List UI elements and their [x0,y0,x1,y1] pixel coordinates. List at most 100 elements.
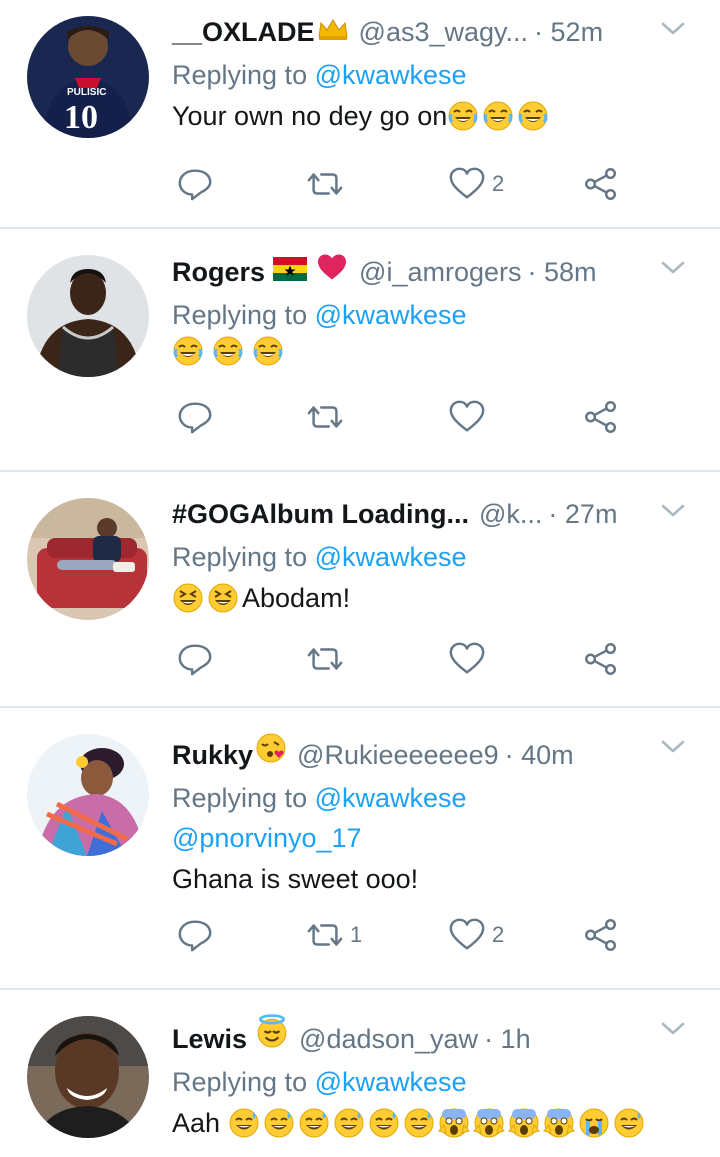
chevron-down-icon[interactable] [660,20,686,38]
tweet-actions: 1 2 [172,915,720,955]
grinning-sweat-icon [333,1107,365,1139]
retweet-button[interactable] [306,639,344,679]
timestamp[interactable]: · 58m [528,254,597,290]
user-handle[interactable]: @Rukieeeeeee9 [297,737,499,773]
grinning-sweat-icon [613,1107,645,1139]
avatar-jersey-number: 10 [64,99,98,136]
replying-to: Replying to @kwawkese [172,295,700,335]
reply-button[interactable] [176,639,214,679]
squinting-face-icon [207,582,239,614]
display-name[interactable]: Lewis [172,1021,247,1057]
replying-to: Replying to @kwawkese [172,778,700,818]
avatar[interactable] [27,1016,149,1138]
tweet-item[interactable]: #GOGAlbum Loading... @k... · 27m Replyin… [0,472,720,708]
chevron-down-icon[interactable] [660,259,686,277]
replying-to-label: Replying to [172,60,308,90]
tweet-text: Ghana is sweet ooo! [172,858,700,900]
red-heart-icon [318,254,347,280]
face-with-tears-of-joy-icon [212,335,244,367]
avatar[interactable] [27,255,149,377]
replying-to: Replying to @kwawkese [172,1062,700,1102]
retweet-button[interactable]: 1 [306,915,362,955]
like-button[interactable]: 2 [448,164,504,204]
replying-to-label: Replying to [172,300,308,330]
smiling-face-with-halo-icon [257,1014,287,1048]
retweet-icon [306,640,344,678]
grinning-sweat-icon [298,1107,330,1139]
tweet-text-content: Ghana is sweet ooo! [172,864,419,894]
reply-icon [176,640,214,678]
reply-mention-link[interactable]: @kwawkese [315,1067,467,1097]
grinning-sweat-icon [368,1107,400,1139]
tweet-item[interactable]: Rukky @Rukieeeeeee9 · 40m Replying to @k… [0,708,720,990]
tweet-text: Aah [172,1102,700,1144]
retweet-icon [306,916,344,954]
face-with-tears-of-joy-icon [172,335,204,367]
share-button[interactable] [582,915,620,955]
tweet-text-content: Abodam! [242,583,351,613]
share-button[interactable] [582,397,620,437]
display-name[interactable]: __OXLADE [172,14,315,50]
retweet-button[interactable] [306,164,350,204]
display-name[interactable]: Rogers [172,254,265,290]
tweet-actions: 2 [172,164,720,204]
user-handle[interactable]: @dadson_yaw [299,1021,478,1057]
reply-button[interactable] [176,397,214,437]
display-name[interactable]: Rukky [172,737,253,773]
face-with-tears-of-joy-icon [517,100,549,132]
tweet-actions [172,639,720,679]
tweet-item[interactable]: Lewis @dadson_yaw · 1h Replying to @kwaw… [0,990,720,1157]
like-count: 2 [492,922,505,947]
share-button[interactable] [582,639,620,679]
squinting-face-icon [172,582,204,614]
share-icon [582,165,620,203]
timestamp[interactable]: · 1h [484,1021,531,1057]
replying-to-label: Replying to [172,783,308,813]
tweet-mention-link[interactable]: @pnorvinyo_17 [172,818,700,858]
reply-button[interactable] [176,164,220,204]
like-button[interactable] [448,639,486,679]
like-button[interactable] [448,397,486,437]
heart-icon [448,165,486,203]
share-icon [582,640,620,678]
timestamp[interactable]: · 27m [548,496,617,532]
reply-icon [176,916,214,954]
retweet-count: 1 [350,922,363,947]
avatar[interactable] [27,498,149,620]
grinning-sweat-icon [228,1107,260,1139]
tweet-text: Abodam! [172,577,700,619]
avatar[interactable] [27,734,149,856]
screaming-face-icon [508,1107,540,1139]
tweet-item[interactable]: Rogers @i_amrogers · 58m Replying to @kw… [0,229,720,472]
tweet-item[interactable]: PULISIC 10 __OXLADE @as3_wagy... · 52m R… [0,0,720,229]
reply-mention-link[interactable]: @kwawkese [315,542,467,572]
crown-icon [317,19,348,40]
heart-icon [448,398,486,436]
chevron-down-icon[interactable] [660,738,686,756]
reply-mention-link[interactable]: @kwawkese [315,783,467,813]
timestamp[interactable]: · 40m [505,737,574,773]
tweet-text-content: Your own no dey go on [172,101,448,131]
display-name[interactable]: #GOGAlbum Loading... [172,496,469,532]
like-button[interactable]: 2 [448,915,504,955]
user-handle[interactable]: @i_amrogers [359,254,521,290]
replying-to: Replying to @kwawkese [172,55,700,95]
tweet-text: Your own no dey go on [172,95,700,137]
reply-button[interactable] [176,915,220,955]
reply-mention-link[interactable]: @kwawkese [315,300,467,330]
user-handle[interactable]: @as3_wagy... [359,14,529,50]
retweet-button[interactable] [306,397,344,437]
avatar[interactable]: PULISIC 10 [27,16,149,138]
face-with-tears-of-joy-icon [447,100,479,132]
heart-icon [448,640,486,678]
share-button[interactable] [582,164,620,204]
timestamp[interactable]: · 52m [534,14,603,50]
replying-to-label: Replying to [172,1067,308,1097]
user-handle[interactable]: @k... [479,496,542,532]
retweet-icon [306,398,344,436]
chevron-down-icon[interactable] [660,1020,686,1038]
chevron-down-icon[interactable] [660,502,686,520]
ghana-flag-icon [273,257,308,281]
reply-mention-link[interactable]: @kwawkese [315,60,467,90]
crying-face-icon [578,1107,610,1139]
